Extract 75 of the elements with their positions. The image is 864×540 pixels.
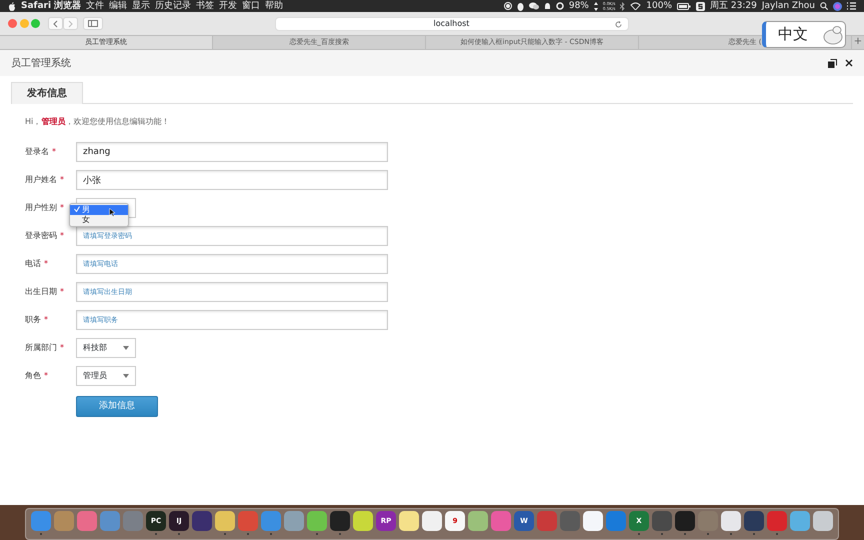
- wifi-icon[interactable]: [630, 2, 642, 10]
- sidebar-button[interactable]: [82, 17, 102, 30]
- menu-item[interactable]: 开发: [219, 0, 238, 12]
- caret-icon: [123, 346, 129, 350]
- select-field[interactable]: 科技部: [76, 338, 136, 358]
- forward-icon: [68, 20, 72, 28]
- dropdown-option[interactable]: 女: [70, 215, 128, 225]
- field-label: 用户性别 *: [25, 202, 65, 214]
- restore-icon[interactable]: [828, 58, 837, 68]
- app-icon[interactable]: [192, 511, 212, 531]
- menu-item[interactable]: 显示: [132, 0, 150, 12]
- app-menu[interactable]: Safari 浏览器: [21, 0, 82, 12]
- user-name[interactable]: Jaylan Zhou: [762, 0, 815, 12]
- chat-icon[interactable]: [528, 2, 539, 10]
- input-field[interactable]: zhang: [76, 142, 388, 162]
- app-icon[interactable]: [330, 511, 350, 531]
- reload-icon[interactable]: [614, 20, 622, 28]
- app-icon[interactable]: [721, 511, 741, 531]
- app-icon[interactable]: [307, 511, 327, 531]
- menu-item[interactable]: 帮助: [265, 0, 284, 12]
- app-icon[interactable]: [215, 511, 235, 531]
- app-icon[interactable]: [353, 511, 373, 531]
- welcome-text: Hi，管理员，欢迎您使用信息编辑功能！: [25, 116, 170, 128]
- input-field[interactable]: 小张: [76, 170, 388, 190]
- back-button[interactable]: [48, 17, 62, 30]
- app-icon[interactable]: [675, 511, 695, 531]
- app-icon[interactable]: [744, 511, 764, 531]
- address-field[interactable]: localhost: [274, 16, 628, 30]
- back-icon: [52, 20, 58, 28]
- menu-item[interactable]: 历史记录: [155, 0, 192, 12]
- battery-percent: 98%: [568, 0, 589, 12]
- input-method-icon[interactable]: [696, 2, 706, 10]
- field-label: 所属部门 *: [25, 342, 65, 354]
- list-icon[interactable]: [847, 2, 856, 10]
- field-label: 角色 *: [25, 370, 49, 382]
- app-icon[interactable]: [652, 511, 672, 531]
- battery-icon[interactable]: [677, 2, 692, 10]
- app-icon[interactable]: [583, 511, 603, 531]
- field-label: 登录密码 *: [25, 230, 65, 242]
- field-label: 出生日期 *: [25, 286, 65, 298]
- ring-icon: [556, 2, 564, 10]
- forward-button[interactable]: [62, 17, 78, 30]
- sidebar-icon: [88, 20, 98, 27]
- search-icon[interactable]: [820, 2, 828, 10]
- menu-clock[interactable]: 周五 23:29: [710, 0, 757, 12]
- record-icon[interactable]: [504, 2, 512, 10]
- menu-item[interactable]: 文件: [86, 0, 104, 12]
- field-label: 电话 *: [25, 258, 49, 270]
- menu-item[interactable]: 书签: [196, 0, 214, 12]
- menu-item[interactable]: 编辑: [109, 0, 128, 12]
- close-window-icon[interactable]: [8, 19, 17, 28]
- app-icon[interactable]: [790, 511, 810, 531]
- zoom-window-icon[interactable]: [31, 19, 40, 28]
- field-label: 用户姓名 *: [25, 174, 65, 186]
- bluetooth-icon[interactable]: [620, 2, 626, 10]
- caret-icon: [123, 374, 129, 378]
- field-label: 登录名 *: [25, 146, 57, 158]
- app-icon[interactable]: [813, 511, 833, 531]
- select-field[interactable]: 管理员: [76, 366, 136, 386]
- app-icon[interactable]: [399, 511, 419, 531]
- page-title: 员工管理系统: [11, 56, 72, 70]
- close-icon[interactable]: [845, 59, 853, 67]
- new-tab-button[interactable]: +: [852, 36, 864, 49]
- dropdown-option[interactable]: 男: [70, 205, 128, 215]
- cursor-icon: [109, 208, 115, 217]
- menu-item[interactable]: 窗口: [242, 0, 260, 12]
- app-icon[interactable]: [468, 511, 488, 531]
- app-icon[interactable]: [284, 511, 304, 531]
- section-tab[interactable]: 发布信息: [11, 82, 83, 104]
- bell-icon[interactable]: [544, 2, 551, 10]
- app-icon[interactable]: [422, 511, 442, 531]
- field-label: 职务 *: [25, 314, 49, 326]
- apple-icon[interactable]: [8, 2, 16, 10]
- battery-percent: 100%: [646, 0, 672, 12]
- check-icon: [74, 206, 80, 212]
